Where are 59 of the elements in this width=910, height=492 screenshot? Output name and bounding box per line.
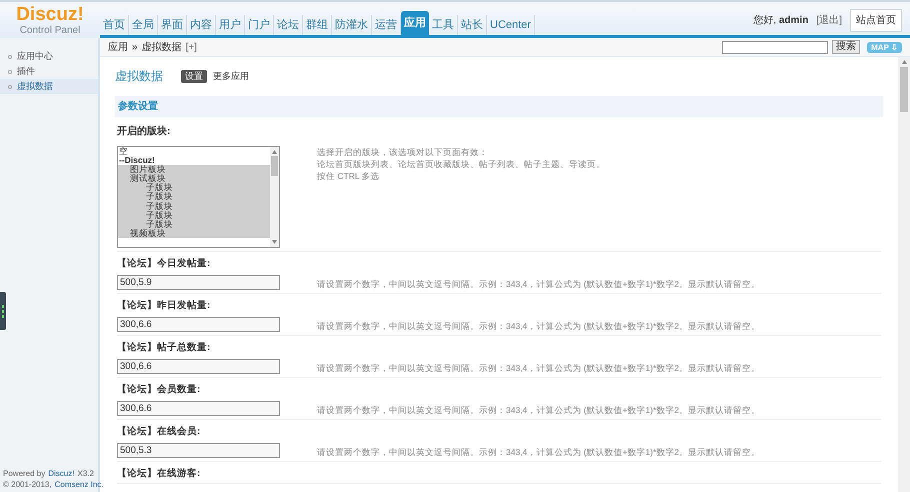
listbox-scrollbar[interactable] bbox=[270, 147, 279, 247]
field-label: 【论坛】昨日发帖量: bbox=[117, 300, 212, 312]
help-text: 请设置两个数字，中间以英文逗号间隔。示例：343,4，计算公式为 (默认数值+数字1)*数字2。显示默认请留空。 bbox=[317, 278, 760, 290]
version-text: X3.2 bbox=[77, 468, 94, 479]
breadcrumb-separator: » bbox=[132, 40, 138, 54]
page-tab[interactable]: 更多应用 bbox=[213, 70, 249, 82]
help-text: 按住 CTRL 多选 bbox=[317, 170, 381, 182]
search-button[interactable]: 搜索 bbox=[832, 40, 860, 54]
add-link[interactable]: [+] bbox=[186, 40, 197, 54]
field-label: 开启的版块: bbox=[117, 124, 172, 138]
page-tab[interactable]: 设置 bbox=[181, 70, 207, 82]
powered-text: Powered by bbox=[3, 468, 46, 479]
greeting-text: 您好, admin bbox=[753, 14, 808, 28]
help-text: 请设置两个数字，中间以英文逗号间隔。示例：343,4，计算公式为 (默认数值+数字1)*数字2。显示默认请留空。 bbox=[317, 362, 760, 374]
handle-icon[interactable] bbox=[0, 292, 6, 330]
help-text: 论坛首页版块列表、论坛首页收藏版块、帖子列表、帖子主题、导读页。 bbox=[317, 158, 605, 170]
list-option[interactable]: 图片板块 bbox=[118, 165, 270, 174]
list-option[interactable]: 子版块 bbox=[118, 183, 270, 192]
scroll-down-arrow-icon[interactable] bbox=[272, 240, 277, 244]
page-title: 虚拟数据 bbox=[115, 68, 163, 85]
nav-tab[interactable]: 应用 bbox=[401, 11, 429, 35]
field-label: 【论坛】在线游客: bbox=[117, 468, 202, 480]
field-label: 【论坛】会员数量: bbox=[117, 384, 202, 396]
text-field[interactable]: 500,5.3 bbox=[117, 442, 280, 458]
list-option[interactable]: 空 bbox=[118, 147, 270, 156]
scroll-thumb[interactable] bbox=[271, 156, 278, 176]
field-label: 【论坛】帖子总数量: bbox=[117, 342, 212, 354]
search-field[interactable] bbox=[722, 40, 828, 54]
sidebar-item[interactable]: 虚拟数据 bbox=[0, 79, 98, 94]
scroll-up-arrow-icon[interactable] bbox=[272, 150, 277, 154]
forum-listbox[interactable]: 空 --Discuz! 图片板块 测试板块 子版块 子版块 子版块 子版块 子版块 视频板块 bbox=[117, 146, 280, 248]
breadcrumb-current: 虚拟数据 bbox=[142, 40, 182, 54]
logo-text: Discuz! bbox=[16, 5, 84, 25]
brand-link[interactable]: Discuz! bbox=[48, 468, 74, 479]
help-text: 请设置两个数字，中间以英文逗号间隔。示例：343,4，计算公式为 (默认数值+数字1)*数字2。显示默认请留空。 bbox=[317, 404, 760, 416]
scroll-thumb[interactable] bbox=[900, 67, 908, 112]
text-field[interactable]: 300,6.6 bbox=[117, 358, 280, 374]
scrollbar[interactable] bbox=[898, 57, 910, 492]
list-option[interactable]: 测试板块 bbox=[118, 174, 270, 184]
copyright-text: © 2001-2013, bbox=[3, 479, 52, 490]
text-field[interactable]: 300,6.6 bbox=[117, 400, 280, 416]
sidebar-item[interactable]: 应用中心 bbox=[0, 49, 98, 64]
text-field[interactable]: 500,5.9 bbox=[117, 274, 280, 290]
text-field[interactable]: 300,6.6 bbox=[117, 316, 280, 332]
company-link[interactable]: Comsenz Inc. bbox=[54, 479, 104, 490]
breadcrumb-link[interactable]: 应用 bbox=[108, 40, 128, 54]
help-text: 请设置两个数字，中间以英文逗号间隔。示例：343,4，计算公式为 (默认数值+数字1)*数字2。显示默认请留空。 bbox=[317, 446, 760, 458]
logo-subtitle: Control Panel bbox=[20, 25, 80, 36]
section-header: 参数设置 bbox=[115, 96, 883, 117]
help-text: 选择开启的版块，该选项对以下页面有效： bbox=[317, 146, 489, 158]
scroll-up-arrow-icon[interactable] bbox=[902, 60, 906, 64]
list-option[interactable]: 子版块 bbox=[118, 192, 270, 202]
option-group-label[interactable]: --Discuz! bbox=[118, 156, 270, 166]
sidebar-item[interactable]: 插件 bbox=[0, 64, 98, 79]
site-home-button[interactable]: 站点首页 bbox=[850, 9, 902, 32]
field-label: 【论坛】今日发帖量: bbox=[117, 258, 212, 270]
help-text: 请设置两个数字，中间以英文逗号间隔。示例：343,4，计算公式为 (默认数值+数字1)*数字2。显示默认请留空。 bbox=[317, 320, 760, 332]
logout-link[interactable]: [退出] bbox=[816, 13, 842, 28]
field-label: 【论坛】在线会员: bbox=[117, 426, 202, 438]
